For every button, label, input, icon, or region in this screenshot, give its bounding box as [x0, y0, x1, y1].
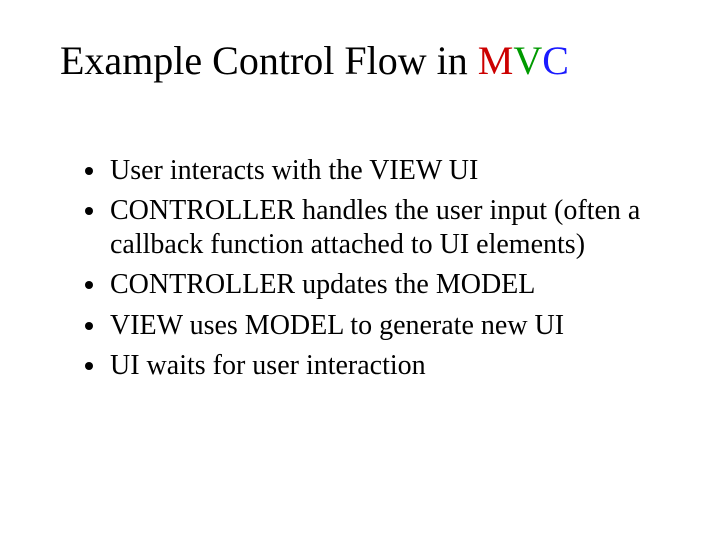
list-item: CONTROLLER handles the user input (often…	[108, 194, 660, 262]
list-item: User interacts with the VIEW UI	[108, 154, 660, 188]
title-letter-m: M	[478, 38, 514, 83]
title-letter-v: V	[513, 38, 542, 83]
list-item: VIEW uses MODEL to generate new UI	[108, 309, 660, 343]
list-item: UI waits for user interaction	[108, 349, 660, 383]
slide-title: Example Control Flow in MVC	[60, 38, 660, 84]
slide: Example Control Flow in MVC User interac…	[0, 0, 720, 540]
list-item: CONTROLLER updates the MODEL	[108, 268, 660, 302]
title-prefix: Example Control Flow in	[60, 38, 478, 83]
bullet-list: User interacts with the VIEW UI CONTROLL…	[60, 154, 660, 383]
title-letter-c: C	[542, 38, 569, 83]
